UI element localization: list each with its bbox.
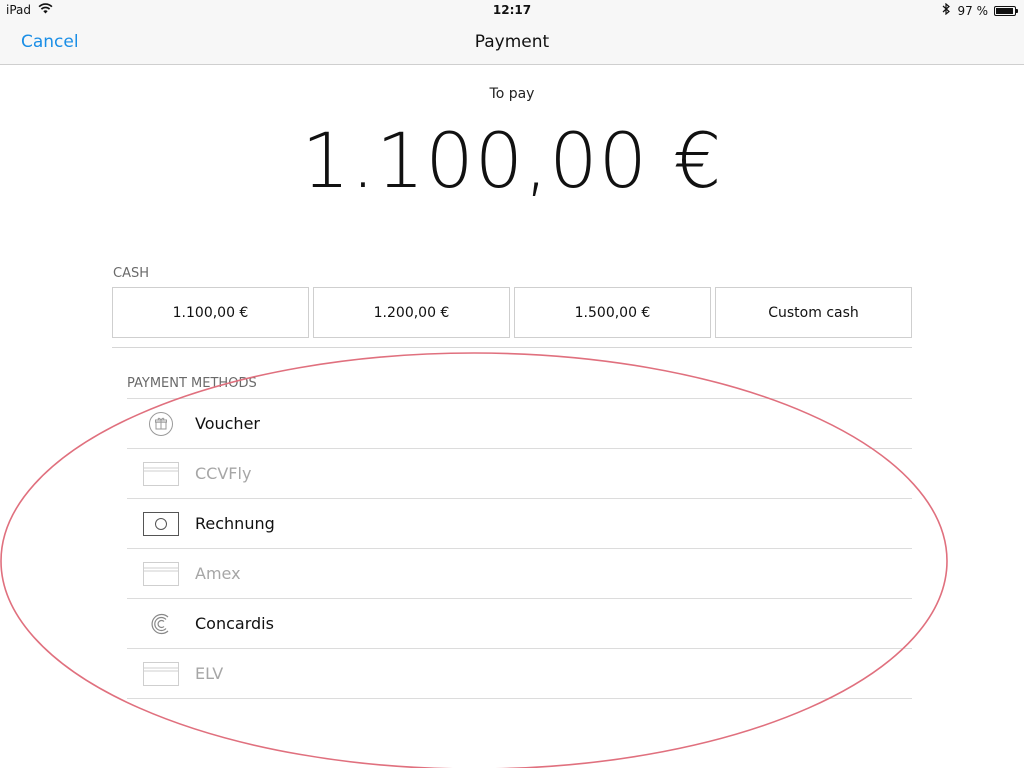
- payment-screen: iPad 12:17 97 % Payment Cancel To pay 1.…: [0, 0, 1024, 768]
- payment-method-label: Amex: [195, 564, 241, 583]
- payment-method-elv[interactable]: ELV: [127, 648, 912, 699]
- payment-methods-list: Voucher CCVFly Rechnung Amex Concardis E…: [127, 398, 912, 699]
- battery-percent: 97 %: [957, 3, 989, 18]
- cash-options: 1.100,00 € 1.200,00 € 1.500,00 € Custom …: [112, 287, 912, 338]
- battery-fill: [996, 7, 1014, 14]
- page-title: Payment: [474, 32, 550, 52]
- credit-card-icon: [143, 461, 179, 486]
- cash-option-button[interactable]: 1.200,00 €: [313, 287, 510, 338]
- cancel-button[interactable]: Cancel: [21, 32, 79, 52]
- cash-section-header: CASH: [113, 266, 149, 281]
- payment-method-amex[interactable]: Amex: [127, 548, 912, 598]
- cash-option-button[interactable]: 1.100,00 €: [112, 287, 309, 338]
- payment-method-rechnung[interactable]: Rechnung: [127, 498, 912, 548]
- concardis-logo-icon: [143, 612, 179, 636]
- battery-icon: [994, 5, 1018, 16]
- payment-method-label: Voucher: [195, 414, 260, 433]
- payment-method-label: CCVFly: [195, 464, 252, 483]
- status-time: 12:17: [492, 3, 532, 17]
- payment-method-label: Concardis: [195, 614, 274, 633]
- payment-method-label: Rechnung: [195, 514, 275, 533]
- cash-option-button[interactable]: 1.500,00 €: [514, 287, 711, 338]
- to-pay-label: To pay: [489, 86, 535, 102]
- payment-methods-header: PAYMENT METHODS: [127, 376, 257, 391]
- credit-card-icon: [143, 561, 179, 586]
- amount-due: 1.100,00 €: [301, 116, 723, 205]
- bluetooth-icon: [942, 2, 950, 18]
- navigation-bar: Payment Cancel: [0, 20, 1024, 65]
- custom-cash-button[interactable]: Custom cash: [715, 287, 912, 338]
- section-divider: [112, 347, 912, 348]
- payment-method-ccvfly[interactable]: CCVFly: [127, 448, 912, 498]
- payment-method-label: ELV: [195, 664, 224, 683]
- status-right: 97 %: [942, 2, 1018, 18]
- credit-card-icon: [143, 661, 179, 686]
- payment-method-concardis[interactable]: Concardis: [127, 598, 912, 648]
- status-bar: iPad 12:17 97 %: [0, 0, 1024, 20]
- payment-method-voucher[interactable]: Voucher: [127, 398, 912, 448]
- cash-bill-icon: [143, 511, 179, 536]
- gift-icon: [143, 411, 179, 436]
